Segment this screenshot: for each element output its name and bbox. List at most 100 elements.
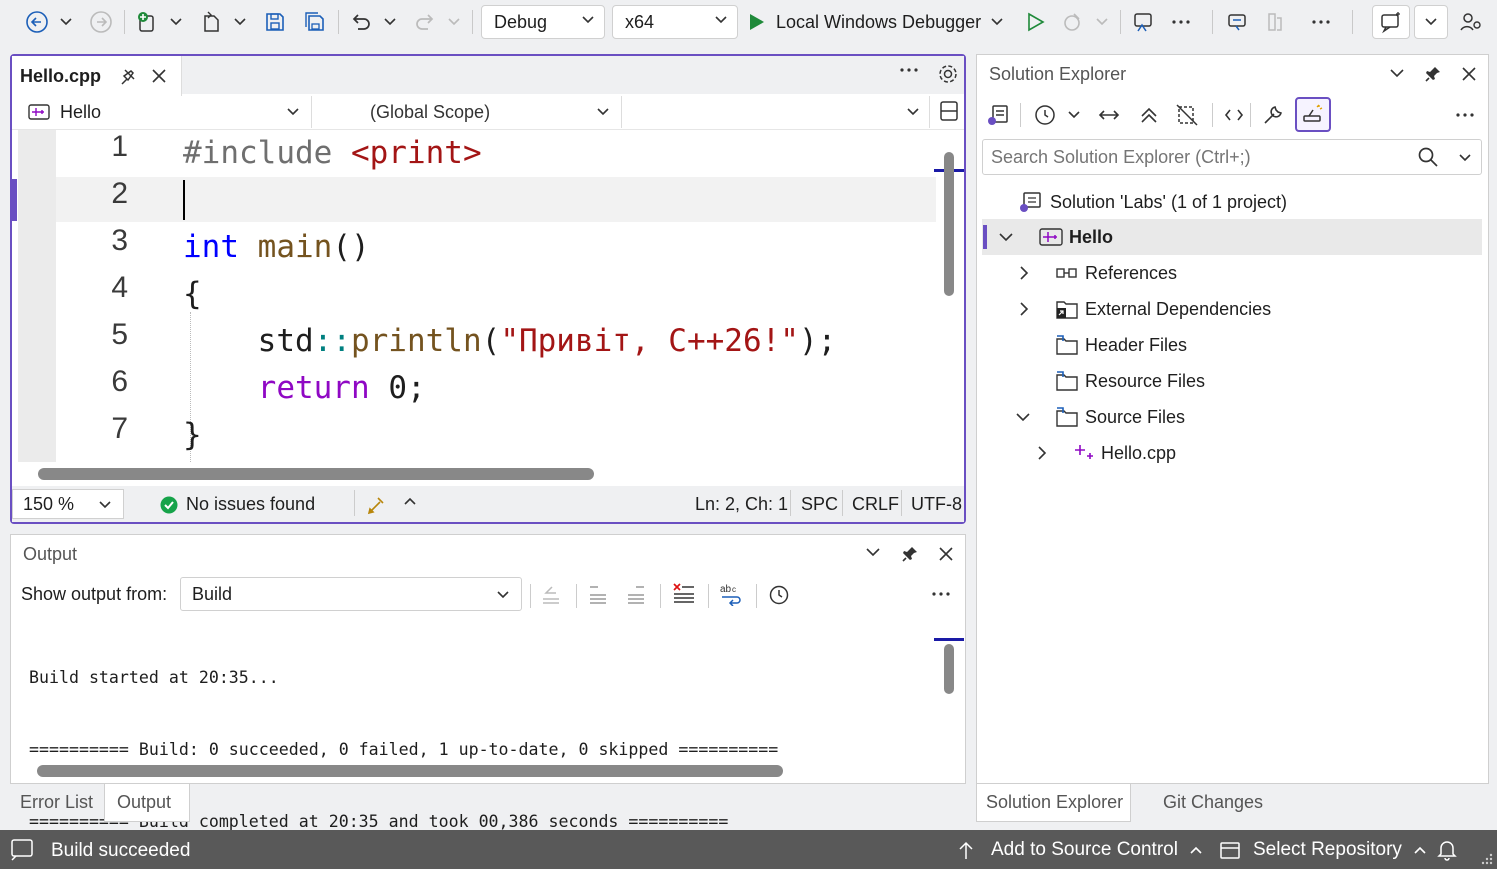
switch-views-icon[interactable] xyxy=(986,103,1010,127)
chevron-right-icon[interactable] xyxy=(1020,266,1029,280)
chevron-down-icon[interactable] xyxy=(1092,7,1112,37)
chevron-down-icon[interactable] xyxy=(166,7,186,37)
code-cleanup-icon[interactable] xyxy=(366,493,388,515)
tab-solution-explorer[interactable]: Solution Explorer xyxy=(976,784,1131,822)
chevron-down-icon[interactable] xyxy=(56,7,76,37)
search-icon[interactable] xyxy=(1417,146,1439,168)
chevron-down-icon[interactable] xyxy=(866,548,880,557)
pending-changes-filter-icon[interactable] xyxy=(1033,103,1057,127)
bell-icon[interactable] xyxy=(1437,839,1457,861)
tree-item-hello-cpp[interactable]: Hello.cpp xyxy=(982,435,1482,471)
file-encoding[interactable]: UTF-8 xyxy=(911,494,962,515)
comment-icon[interactable] xyxy=(1222,7,1252,37)
previous-message-icon[interactable] xyxy=(587,584,609,604)
start-debugging-button[interactable]: Local Windows Debugger xyxy=(746,7,1016,37)
open-file-icon[interactable] xyxy=(196,7,226,37)
bookmark-icon[interactable] xyxy=(1260,7,1290,37)
preview-selected-items-icon[interactable] xyxy=(1295,97,1331,132)
tab-output[interactable]: Output xyxy=(104,784,190,822)
chevron-down-icon[interactable] xyxy=(1414,5,1448,39)
chevron-down-icon[interactable] xyxy=(1459,154,1471,162)
pin-icon[interactable] xyxy=(901,545,919,563)
tree-item-header-files[interactable]: Header Files xyxy=(982,327,1482,363)
scrollbar-thumb[interactable] xyxy=(944,152,954,296)
tab-git-changes[interactable]: Git Changes xyxy=(1163,792,1263,813)
chevron-down-icon[interactable] xyxy=(999,232,1013,242)
properties-wrench-icon[interactable] xyxy=(1261,103,1285,127)
next-message-icon[interactable] xyxy=(625,584,647,604)
timestamp-icon[interactable] xyxy=(768,584,790,606)
tree-item-resource-files[interactable]: Resource Files xyxy=(982,363,1482,399)
tree-item-solution[interactable]: Solution 'Labs' (1 of 1 project) xyxy=(982,184,1482,220)
undo-icon[interactable] xyxy=(346,7,376,37)
output-horizontal-scrollbar-thumb[interactable] xyxy=(37,765,783,777)
line-ending[interactable]: CRLF xyxy=(852,494,899,515)
chevron-down-icon[interactable] xyxy=(1016,412,1030,422)
collapse-all-icon[interactable] xyxy=(1138,104,1160,126)
chevron-down-icon[interactable] xyxy=(230,7,250,37)
gear-icon[interactable] xyxy=(937,63,959,85)
word-wrap-icon[interactable]: ab c xyxy=(719,582,745,606)
code-view-icon[interactable] xyxy=(1224,107,1244,123)
notification-panel-icon[interactable] xyxy=(10,838,34,862)
tree-item-references[interactable]: References xyxy=(982,255,1482,291)
more-options-icon[interactable] xyxy=(900,68,918,72)
pin-icon[interactable] xyxy=(119,67,137,85)
show-all-files-icon[interactable] xyxy=(1175,103,1199,127)
issues-indicator[interactable]: No issues found xyxy=(160,494,315,515)
tab-hello-cpp[interactable]: Hello.cpp xyxy=(12,56,182,96)
close-icon[interactable] xyxy=(938,546,954,562)
tree-item-external-dependencies[interactable]: External Dependencies xyxy=(982,291,1482,327)
output-source-dropdown[interactable]: Build xyxy=(180,577,522,611)
resize-grip-icon[interactable] xyxy=(1480,852,1494,866)
tree-item-project-hello[interactable]: Hello xyxy=(982,219,1482,255)
close-icon[interactable] xyxy=(151,68,167,84)
zoom-dropdown[interactable]: 150 % xyxy=(12,489,124,519)
scope-dropdown[interactable]: (Global Scope) xyxy=(322,96,622,128)
output-text[interactable]: Build started at 20:35... ========== Bui… xyxy=(29,618,778,858)
vertical-scrollbar[interactable] xyxy=(934,130,964,462)
start-without-debugging-icon[interactable] xyxy=(1020,7,1050,37)
member-dropdown[interactable] xyxy=(632,96,930,128)
split-window-icon[interactable] xyxy=(938,99,960,123)
solution-search-box[interactable] xyxy=(982,139,1482,175)
horizontal-scrollbar[interactable] xyxy=(12,462,936,486)
save-icon[interactable] xyxy=(260,7,290,37)
redo-icon[interactable] xyxy=(410,7,440,37)
scrollbar-thumb[interactable] xyxy=(38,468,594,480)
select-repository-button[interactable]: Select Repository xyxy=(1219,839,1426,861)
pin-icon[interactable] xyxy=(1424,65,1442,83)
save-all-icon[interactable] xyxy=(300,7,330,37)
more-options-icon[interactable] xyxy=(1456,113,1474,117)
chevron-right-icon[interactable] xyxy=(1020,302,1029,316)
more-options-icon[interactable] xyxy=(1166,7,1196,37)
account-settings-icon[interactable] xyxy=(1456,7,1486,37)
new-project-icon[interactable] xyxy=(132,7,162,37)
output-vertical-scrollbar-thumb[interactable] xyxy=(944,644,954,694)
chevron-right-icon[interactable] xyxy=(1038,446,1047,460)
browser-link-icon[interactable] xyxy=(1128,7,1158,37)
sync-with-document-icon[interactable] xyxy=(1098,106,1120,124)
whitespace-mode[interactable]: SPC xyxy=(801,494,838,515)
navigate-back-icon[interactable] xyxy=(22,7,52,37)
configuration-dropdown[interactable]: Debug xyxy=(481,5,605,39)
hot-reload-icon[interactable] xyxy=(1058,7,1088,37)
clear-all-icon[interactable] xyxy=(672,582,696,604)
tab-error-list[interactable]: Error List xyxy=(20,792,93,813)
chevron-up-icon[interactable] xyxy=(404,497,416,505)
cursor-position[interactable]: Ln: 2, Ch: 1 xyxy=(695,494,788,515)
close-icon[interactable] xyxy=(1461,66,1477,82)
chevron-down-icon[interactable] xyxy=(1390,69,1404,78)
project-dropdown[interactable]: Hello xyxy=(18,96,312,128)
chevron-down-icon[interactable] xyxy=(1068,111,1080,119)
chevron-down-icon[interactable] xyxy=(444,7,464,37)
chevron-down-icon[interactable] xyxy=(380,7,400,37)
tree-item-source-files[interactable]: Source Files xyxy=(982,399,1482,435)
add-to-source-control-button[interactable]: Add to Source Control xyxy=(957,839,1202,861)
find-message-icon[interactable] xyxy=(540,584,562,604)
more-options-icon[interactable] xyxy=(1306,7,1336,37)
more-options-icon[interactable] xyxy=(932,592,950,596)
platform-dropdown[interactable]: x64 xyxy=(612,5,738,39)
navigate-forward-icon[interactable] xyxy=(86,7,116,37)
feedback-icon[interactable] xyxy=(1372,5,1410,39)
